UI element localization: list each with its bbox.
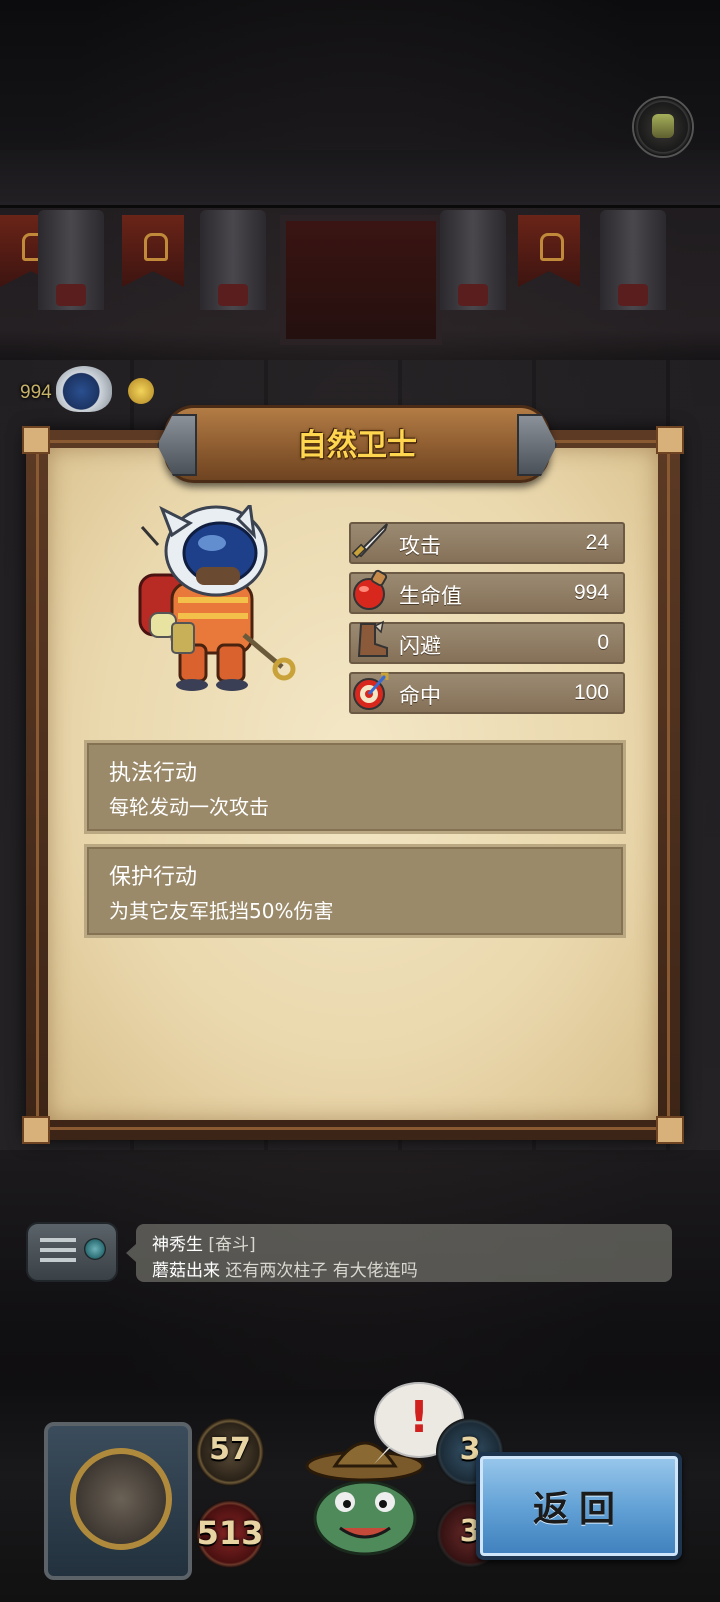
- chat-message-user: 蘑菇出来: [152, 1261, 220, 1281]
- potion-icon: [353, 569, 388, 610]
- wall-pillar: [200, 210, 266, 310]
- wall-pillar: [440, 210, 506, 310]
- hp-orb: 513: [196, 1500, 264, 1568]
- corner-ornament: [22, 426, 50, 454]
- map-unit-hp: 994: [20, 382, 52, 403]
- chat-message-line: 蘑菇出来 还有两次柱子 有大佬连吗: [152, 1256, 418, 1281]
- unit-portrait: [138, 505, 296, 691]
- stat-value: 994: [573, 581, 609, 604]
- compass-card-icon[interactable]: [44, 1422, 192, 1580]
- chat-sender: 神秀生: [152, 1235, 203, 1255]
- stat-hp: 生命值 994: [349, 569, 625, 614]
- back-button[interactable]: 返回: [476, 1452, 682, 1560]
- corner-ornament: [22, 1116, 50, 1144]
- radio-knob-icon: [84, 1238, 106, 1260]
- corner-ornament: [656, 1116, 684, 1144]
- chat-sender-tag: [奋斗]: [208, 1235, 256, 1255]
- skill-card: 保护行动 为其它友军抵挡50%伤害: [84, 844, 626, 938]
- chat-message: 还有两次柱子 有大佬连吗: [225, 1261, 418, 1281]
- stat-value: 0: [597, 631, 609, 654]
- coin-icon: [128, 378, 154, 404]
- attack-orb: 57: [196, 1418, 264, 1486]
- title-plank: 自然卫士: [164, 405, 550, 483]
- skill-description: 为其它友军抵挡50%伤害: [109, 899, 334, 923]
- wall-band: [0, 150, 720, 208]
- map-avatar-icon[interactable]: [632, 96, 694, 158]
- skill-name: 保护行动: [109, 865, 198, 890]
- chat-lines-icon: [40, 1238, 76, 1264]
- stat-label: 闪避: [399, 634, 441, 658]
- wall-pillar: [38, 210, 104, 310]
- unit-title: 自然卫士: [297, 428, 417, 463]
- corner-ornament: [656, 426, 684, 454]
- hp-value: 513: [196, 1514, 264, 1552]
- chat-bubble[interactable]: 神秀生 [奋斗] 蘑菇出来 还有两次柱子 有大佬连吗: [126, 1224, 672, 1282]
- skill-description: 每轮发动一次攻击: [109, 795, 269, 819]
- chat-sender-line: 神秀生 [奋斗]: [152, 1230, 256, 1255]
- target-icon: [353, 672, 389, 710]
- wall-banner: [122, 215, 184, 287]
- skill-card: 执法行动 每轮发动一次攻击: [84, 740, 626, 834]
- stat-value: 100: [573, 681, 609, 704]
- stat-accuracy: 命中 100: [349, 672, 625, 714]
- sword-icon: [351, 523, 388, 559]
- boot-icon: [357, 620, 388, 657]
- stat-label: 攻击: [399, 534, 441, 558]
- skill-name: 执法行动: [109, 761, 198, 786]
- dungeon-door: [280, 215, 442, 345]
- map-unit-sprite[interactable]: [56, 366, 112, 412]
- back-button-label: 返回: [532, 1489, 625, 1530]
- wall-pillar: [600, 210, 666, 310]
- wall-banner: [518, 215, 580, 287]
- chat-radio-button[interactable]: [26, 1222, 118, 1282]
- stat-attack: 攻击 24: [349, 522, 625, 564]
- stat-value: 24: [585, 531, 609, 554]
- stat-label: 命中: [399, 684, 441, 708]
- stat-dodge: 闪避 0: [349, 620, 625, 664]
- stat-label: 生命值: [399, 584, 462, 608]
- attack-value: 57: [209, 1432, 251, 1467]
